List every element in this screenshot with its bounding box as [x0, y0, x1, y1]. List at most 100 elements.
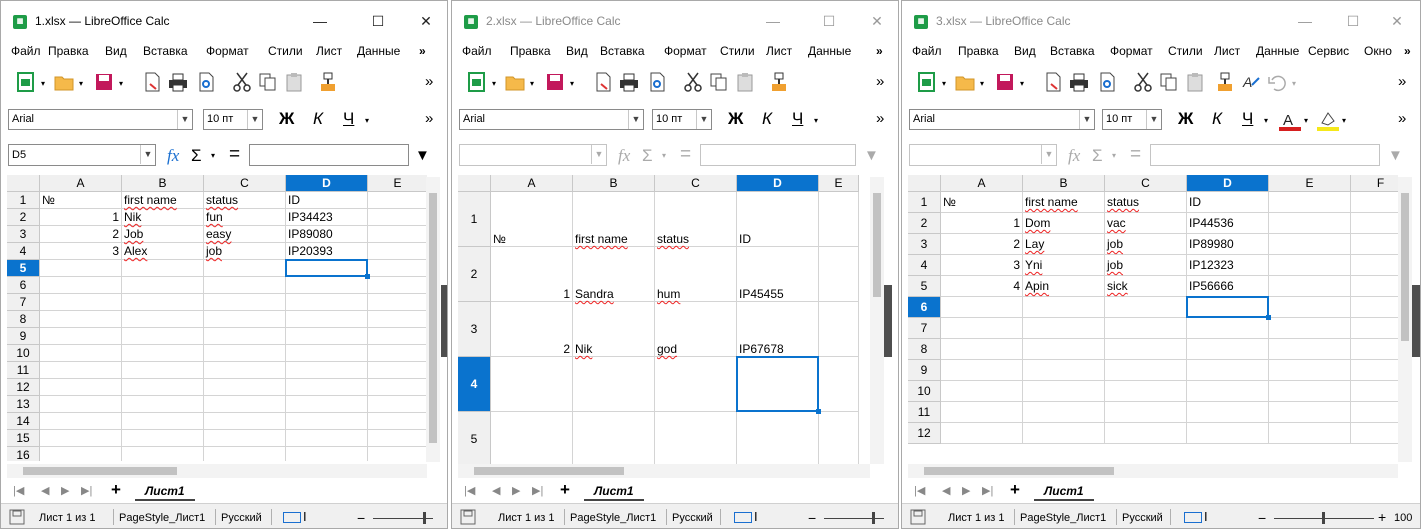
- cell-c1[interactable]: status: [655, 192, 737, 247]
- row-header-11[interactable]: 11: [908, 402, 941, 423]
- minimize-button[interactable]: —: [1294, 11, 1316, 31]
- open-folder-icon[interactable]: [504, 71, 526, 93]
- last-sheet-icon[interactable]: ▶|: [532, 484, 543, 497]
- open-folder-icon[interactable]: [53, 71, 75, 93]
- cell-a3[interactable]: 2: [491, 302, 573, 357]
- cell-c7[interactable]: [204, 294, 286, 311]
- cell-d1[interactable]: ID: [286, 192, 368, 209]
- paste-icon[interactable]: [734, 71, 756, 93]
- cell-a4[interactable]: 3: [941, 255, 1023, 276]
- menu-insert[interactable]: Вставка: [143, 44, 188, 58]
- cell-e4[interactable]: [1269, 255, 1351, 276]
- cell-b1[interactable]: first name: [1023, 192, 1105, 213]
- cell-b7[interactable]: [1023, 318, 1105, 339]
- open-folder-icon[interactable]: [954, 71, 976, 93]
- cell-f12[interactable]: [1351, 423, 1398, 444]
- cell-c2[interactable]: hum: [655, 247, 737, 302]
- cell-e8[interactable]: [368, 311, 427, 328]
- cell-d3[interactable]: IP89980: [1187, 234, 1269, 255]
- chevron-down-icon[interactable]: ▼: [140, 145, 155, 164]
- menu-file[interactable]: Файл: [11, 44, 41, 58]
- chevron-down-icon[interactable]: ▾: [79, 79, 83, 88]
- vertical-scrollbar[interactable]: [870, 177, 884, 464]
- function-wizard-icon[interactable]: fx: [618, 146, 630, 166]
- cell-c1[interactable]: status: [1105, 192, 1187, 213]
- cell-e6[interactable]: [1269, 297, 1351, 318]
- scrollbar-thumb[interactable]: [1401, 193, 1409, 341]
- zoom-slider-handle[interactable]: [872, 512, 875, 524]
- fill-handle[interactable]: [365, 274, 370, 279]
- column-header-e[interactable]: E: [368, 175, 427, 192]
- sidebar-handle[interactable]: [1412, 285, 1420, 357]
- column-header-c[interactable]: C: [204, 175, 286, 192]
- cell-a11[interactable]: [941, 402, 1023, 423]
- cell-f8[interactable]: [1351, 339, 1398, 360]
- cell-f3[interactable]: [1351, 234, 1398, 255]
- scrollbar-thumb[interactable]: [23, 467, 177, 475]
- cell-d3[interactable]: IP67678: [737, 302, 819, 357]
- cell-d1[interactable]: ID: [737, 192, 819, 247]
- cell-f6[interactable]: [1351, 297, 1398, 318]
- cell-a9[interactable]: [941, 360, 1023, 381]
- page-style[interactable]: PageStyle_Лист1: [119, 512, 205, 524]
- copy-icon[interactable]: [1158, 71, 1180, 93]
- cell-e10[interactable]: [368, 345, 427, 362]
- column-header-b[interactable]: B: [573, 175, 655, 192]
- cell-d4[interactable]: IP20393: [286, 243, 368, 260]
- cell-a14[interactable]: [40, 413, 122, 430]
- cell-f9[interactable]: [1351, 360, 1398, 381]
- menu-view[interactable]: Вид: [105, 44, 127, 58]
- font-size-box[interactable]: 10 пт ▼: [652, 109, 712, 130]
- cell-c16[interactable]: [204, 447, 286, 461]
- cell-a2[interactable]: 1: [40, 209, 122, 226]
- cell-c1[interactable]: status: [204, 192, 286, 209]
- zoom-slider[interactable]: [824, 518, 884, 519]
- vertical-scrollbar[interactable]: [1398, 177, 1412, 462]
- cell-d7[interactable]: [286, 294, 368, 311]
- cell-c5[interactable]: [204, 260, 286, 277]
- new-document-icon[interactable]: [466, 71, 488, 93]
- cell-b6[interactable]: [122, 277, 204, 294]
- cell-e12[interactable]: [1269, 423, 1351, 444]
- row-header-4[interactable]: 4: [908, 255, 941, 276]
- cell-a3[interactable]: 2: [40, 226, 122, 243]
- chevron-down-icon[interactable]: ▼: [591, 145, 606, 164]
- add-sheet-icon[interactable]: +: [111, 480, 121, 500]
- cell-b16[interactable]: [122, 447, 204, 461]
- first-sheet-icon[interactable]: |◀: [914, 484, 925, 497]
- italic-button[interactable]: К: [762, 108, 772, 130]
- row-header-13[interactable]: 13: [7, 396, 40, 413]
- maximize-button[interactable]: ☐: [818, 11, 840, 31]
- cell-a9[interactable]: [40, 328, 122, 345]
- cell-c2[interactable]: fun: [204, 209, 286, 226]
- row-header-7[interactable]: 7: [908, 318, 941, 339]
- add-sheet-icon[interactable]: +: [560, 480, 570, 500]
- next-sheet-icon[interactable]: ▶: [61, 484, 69, 497]
- print-preview-icon[interactable]: [195, 71, 217, 93]
- cell-e5[interactable]: [368, 260, 427, 277]
- next-sheet-icon[interactable]: ▶: [962, 484, 970, 497]
- chevron-down-icon[interactable]: ▾: [980, 79, 984, 88]
- cell-e11[interactable]: [1269, 402, 1351, 423]
- row-header-6[interactable]: 6: [908, 297, 941, 318]
- cell-e15[interactable]: [368, 430, 427, 447]
- cell-b7[interactable]: [122, 294, 204, 311]
- cell-e7[interactable]: [368, 294, 427, 311]
- sidebar-handle[interactable]: [884, 285, 892, 357]
- cell-e3[interactable]: [1269, 234, 1351, 255]
- cell-a8[interactable]: [40, 311, 122, 328]
- cell-b8[interactable]: [1023, 339, 1105, 360]
- cell-c4[interactable]: job: [204, 243, 286, 260]
- menu-edit[interactable]: Правка: [958, 44, 999, 58]
- chevron-down-icon[interactable]: ▾: [1304, 116, 1308, 125]
- italic-button[interactable]: К: [313, 108, 323, 130]
- language[interactable]: Русский: [221, 512, 262, 524]
- cell-a5[interactable]: 4: [941, 276, 1023, 297]
- cell-b1[interactable]: first name: [573, 192, 655, 247]
- zoom-slider-handle[interactable]: [1322, 512, 1325, 524]
- cell-e2[interactable]: [368, 209, 427, 226]
- menu-edit[interactable]: Правка: [510, 44, 551, 58]
- menu-styles[interactable]: Стили: [268, 44, 303, 58]
- column-header-e[interactable]: E: [1269, 175, 1351, 192]
- cell-a4[interactable]: 3: [40, 243, 122, 260]
